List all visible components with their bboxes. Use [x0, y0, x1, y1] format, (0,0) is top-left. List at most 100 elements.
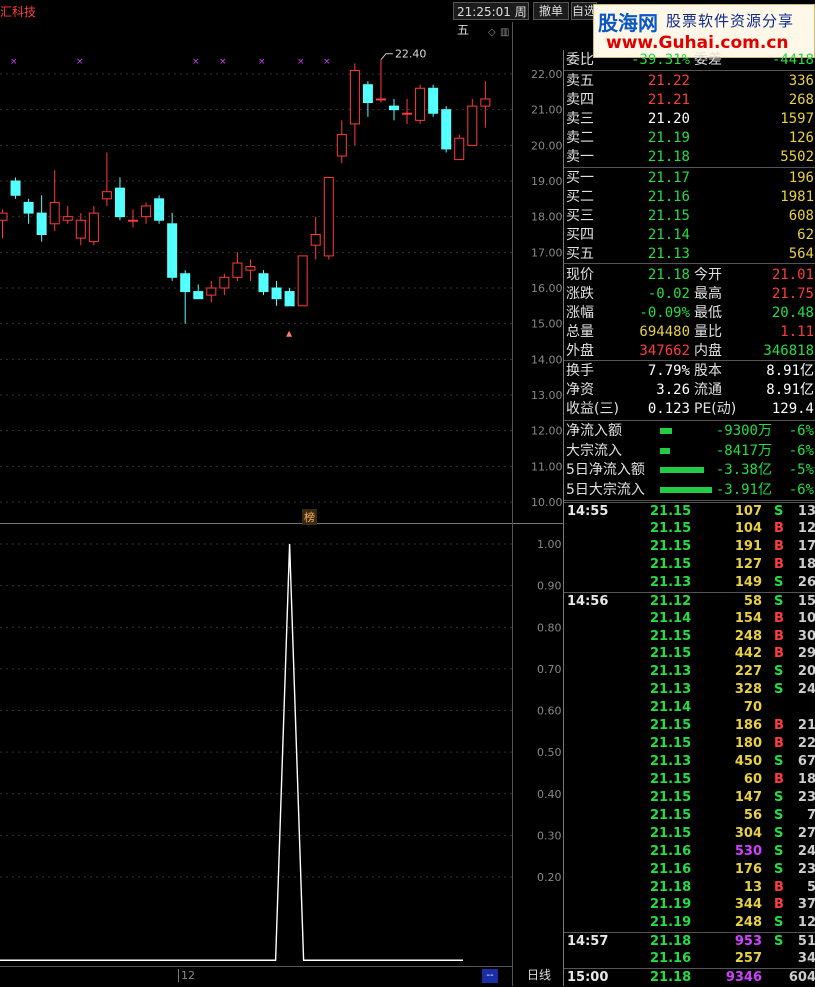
- tick-price: 21.18: [650, 879, 692, 895]
- indicator-tick-label: 1.00: [537, 538, 562, 551]
- candle-body: [245, 266, 256, 271]
- tick-volume: 328: [734, 682, 762, 698]
- flow-value: -9300万: [715, 423, 772, 439]
- candle-body: [206, 287, 217, 296]
- tick-row: 21.13 227 S 20: [564, 663, 815, 681]
- flow-label: 5日大宗流入: [566, 481, 645, 498]
- cancel-order-button[interactable]: 撤单: [533, 2, 569, 20]
- stat-label: 涨幅: [566, 305, 594, 321]
- tick-volume: 154: [734, 610, 762, 626]
- tick-side: S: [774, 682, 784, 698]
- flow-row: 5日大宗流入 -3.91亿 -6%: [564, 481, 815, 499]
- candle-body: [389, 105, 399, 111]
- tick-volume: 304: [734, 825, 762, 841]
- tick-row: 21.19 344 B 37: [564, 896, 815, 914]
- indicator-tick-label: 0.30: [537, 829, 562, 842]
- tick-count: 13: [797, 504, 815, 519]
- period-tab[interactable]: 日线: [515, 966, 563, 983]
- tick-side: B: [774, 897, 784, 913]
- rank-badge[interactable]: 榜: [302, 509, 317, 525]
- flow-row: 大宗流入 -8417万 -6%: [564, 442, 815, 460]
- tick-row: 21.18 13 B 5: [564, 879, 815, 897]
- tick-price: 21.15: [650, 718, 692, 734]
- time-axis-label: 12: [178, 969, 195, 982]
- tick-price: 21.12: [650, 593, 692, 609]
- tick-side: B: [774, 646, 784, 662]
- stat-label: 量比: [694, 324, 722, 340]
- indicator-tick-label: 0.50: [537, 746, 562, 759]
- stat-row: 外盘 347662 内盘 346818: [564, 342, 815, 360]
- bid-row: 买五 21.13 564: [564, 245, 815, 263]
- fund-value: 3.26: [656, 382, 690, 398]
- tick-count: 23: [797, 861, 815, 877]
- fund-row: 净资 3.26 流通 8.91亿: [564, 381, 815, 399]
- tick-price: 21.14: [650, 700, 692, 716]
- tick-volume: 58: [743, 593, 762, 609]
- bid-volume: 564: [788, 246, 814, 262]
- indicator-tick-label: 0.60: [537, 705, 562, 718]
- logo-brand: 股海网: [598, 11, 658, 35]
- stat-row: 涨幅 -0.09% 最低 20.48: [564, 304, 815, 322]
- tick-volume: 13: [743, 879, 762, 895]
- tick-volume: 530: [734, 843, 762, 859]
- ask-volume: 336: [788, 73, 814, 89]
- ask-volume: 1597: [780, 111, 814, 127]
- candle-body: [180, 273, 191, 293]
- candle-body: [0, 212, 8, 221]
- candle-body: [219, 276, 230, 289]
- candle-body: [167, 223, 178, 278]
- bid-label: 买一: [566, 170, 594, 186]
- tick-count: 604: [788, 970, 815, 986]
- tick-row: 14:56 21.12 58 S 15: [564, 591, 815, 611]
- separator: [564, 70, 815, 71]
- candle-body: [36, 212, 47, 236]
- bid-label: 买三: [566, 208, 594, 224]
- stat-label: 外盘: [566, 343, 594, 359]
- candle-body: [75, 219, 86, 239]
- ask-row: 卖四 21.21 268: [564, 91, 815, 109]
- flow-bar: [660, 467, 704, 473]
- candle-body: [323, 176, 334, 257]
- stat-label: 最高: [694, 286, 722, 302]
- bid-row: 买一 21.17 196: [564, 169, 815, 187]
- ask-label: 卖一: [566, 149, 594, 165]
- bid-volume: 196: [788, 170, 814, 186]
- candle-body: [375, 98, 386, 101]
- fund-label: 流通: [694, 382, 722, 398]
- kline-chart[interactable]: 22.00 21.00 20.00 19.00 18.00 17.00 16.00 15.00…: [0, 22, 563, 986]
- quote-panel: 委比 -39.31% 委差 -4418 卖五 21.22 336 卖四 21.21 268…: [563, 50, 815, 986]
- candle-body: [88, 212, 99, 243]
- scroll-button[interactable]: --: [482, 969, 498, 983]
- price-tick-label: 19.00: [531, 175, 563, 188]
- flow-bar: [660, 447, 670, 454]
- tick-row: 21.14 70: [564, 699, 815, 717]
- tick-price: 21.15: [650, 556, 692, 572]
- flow-label: 净流入额: [566, 423, 622, 439]
- price-tick-label: 21.00: [531, 104, 563, 117]
- candle-body: [271, 287, 282, 300]
- bid-volume: 1981: [780, 189, 814, 205]
- flow-percent: -6%: [788, 481, 814, 498]
- tick-count: 17: [797, 538, 815, 554]
- candle-body: [428, 87, 439, 114]
- tick-side: S: [774, 915, 784, 931]
- tick-count: 18: [797, 556, 815, 572]
- tick-volume: 60: [743, 771, 762, 787]
- price-tick-label: 22.00: [531, 68, 563, 81]
- signal-marker: ×: [297, 57, 305, 67]
- stat-row: 涨跌 -0.02 最高 21.75: [564, 285, 815, 303]
- flow-percent: -6%: [788, 442, 814, 459]
- tick-count: 34: [797, 951, 815, 967]
- tick-side: S: [774, 843, 784, 859]
- stat-value: 1.11: [780, 324, 814, 340]
- tick-side: S: [774, 574, 784, 590]
- tick-side: S: [774, 754, 784, 770]
- indicator-tick-label: 0.90: [537, 580, 562, 593]
- tick-price: 21.15: [650, 538, 692, 554]
- flow-row: 5日净流入额 -3.38亿 -5%: [564, 461, 815, 479]
- tick-row: 21.15 104 B 12: [564, 520, 815, 538]
- ask-row: 卖五 21.22 336: [564, 72, 815, 90]
- tick-volume: 450: [734, 754, 762, 770]
- stat-label: 最低: [694, 305, 722, 321]
- bid-label: 买二: [566, 189, 594, 205]
